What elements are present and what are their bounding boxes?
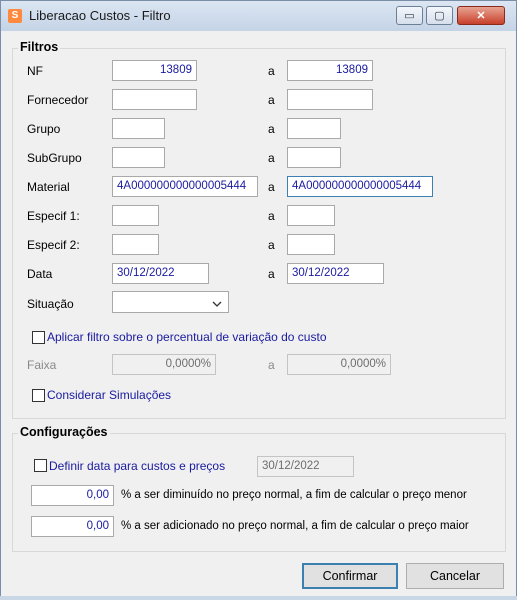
aplicar-filtro-label[interactable]: Aplicar filtro sobre o percentual de var… <box>47 330 327 344</box>
data-from-input[interactable]: 30/12/2022 <box>112 263 209 284</box>
data-to-input[interactable]: 30/12/2022 <box>287 263 384 284</box>
material-from-input[interactable]: 4A000000000000005444 <box>112 176 258 197</box>
subgrupo-to-input[interactable] <box>287 147 341 168</box>
close-button[interactable]: ✕ <box>457 6 505 25</box>
configuracoes-legend: Configurações <box>18 425 110 439</box>
close-icon: ✕ <box>476 10 486 22</box>
cancelar-label: Cancelar <box>429 569 481 583</box>
percentual-adicionado-label: % a ser adicionado no preço normal, a fi… <box>121 520 469 532</box>
nf-label: NF <box>27 64 43 78</box>
window-title: Liberacao Custos - Filtro <box>29 8 171 23</box>
faixa-label: Faixa <box>27 358 57 372</box>
faixa-a-label: a <box>268 358 275 372</box>
material-to-input[interactable]: 4A000000000000005444 <box>287 176 433 197</box>
window-bottom-edge <box>0 596 517 600</box>
especif1-a-label: a <box>268 209 275 223</box>
especif1-label: Especif 1: <box>27 209 80 223</box>
definir-data-checkbox[interactable] <box>34 459 47 472</box>
especif2-a-label: a <box>268 238 275 252</box>
percentual-adicionado-input[interactable]: 0,00 <box>31 516 114 537</box>
situacao-label: Situação <box>27 297 74 311</box>
subgrupo-a-label: a <box>268 151 275 165</box>
nf-a-label: a <box>268 64 275 78</box>
considerar-simulacoes-checkbox[interactable] <box>32 389 45 402</box>
percentual-diminuido-input[interactable]: 0,00 <box>31 485 114 506</box>
data-a-label: a <box>268 267 275 281</box>
data-label: Data <box>27 267 53 281</box>
especif2-label: Especif 2: <box>27 238 80 252</box>
dialog-window: S Liberacao Custos - Filtro ▭ ▢ ✕ Filtro… <box>0 0 517 600</box>
especif2-to-input[interactable] <box>287 234 335 255</box>
subgrupo-label: SubGrupo <box>27 151 82 165</box>
title-bar[interactable]: S Liberacao Custos - Filtro ▭ ▢ ✕ <box>1 1 516 31</box>
faixa-to-input[interactable]: 0,0000% <box>287 354 391 375</box>
nf-to-input[interactable]: 13809 <box>287 60 373 81</box>
grupo-a-label: a <box>268 122 275 136</box>
app-icon: S <box>8 9 22 23</box>
percentual-diminuido-label: % a ser diminuído no preço normal, a fim… <box>121 489 467 501</box>
considerar-simulacoes-label[interactable]: Considerar Simulações <box>47 388 171 402</box>
subgrupo-from-input[interactable] <box>112 147 165 168</box>
situacao-select[interactable] <box>112 291 229 313</box>
cancelar-button[interactable]: Cancelar <box>406 563 504 589</box>
confirmar-button[interactable]: Confirmar <box>302 563 398 589</box>
fornecedor-from-input[interactable] <box>112 89 197 110</box>
grupo-from-input[interactable] <box>112 118 165 139</box>
material-from-value: 4A000000000000005444 <box>117 180 247 192</box>
material-a-label: a <box>268 180 275 194</box>
chevron-down-icon <box>212 297 222 311</box>
definir-data-input[interactable]: 30/12/2022 <box>257 456 354 477</box>
especif1-to-input[interactable] <box>287 205 335 226</box>
minimize-button[interactable]: ▭ <box>396 6 423 25</box>
filtros-legend: Filtros <box>18 40 61 54</box>
especif2-from-input[interactable] <box>112 234 159 255</box>
faixa-from-input[interactable]: 0,0000% <box>112 354 216 375</box>
fornecedor-label: Fornecedor <box>27 93 89 107</box>
grupo-label: Grupo <box>27 122 61 136</box>
minimize-icon: ▭ <box>404 10 415 22</box>
definir-data-label[interactable]: Definir data para custos e preços <box>49 459 225 473</box>
maximize-button[interactable]: ▢ <box>426 6 453 25</box>
material-to-value: 4A000000000000005444 <box>292 180 422 192</box>
nf-from-input[interactable]: 13809 <box>112 60 197 81</box>
confirmar-label: Confirmar <box>322 569 378 583</box>
fornecedor-a-label: a <box>268 93 275 107</box>
aplicar-filtro-checkbox[interactable] <box>32 331 45 344</box>
maximize-icon: ▢ <box>434 10 445 22</box>
fornecedor-to-input[interactable] <box>287 89 373 110</box>
material-label: Material <box>27 180 70 194</box>
grupo-to-input[interactable] <box>287 118 341 139</box>
especif1-from-input[interactable] <box>112 205 159 226</box>
dialog-client: Filtros NF 13809 a 13809 Fornecedor a Gr… <box>6 31 511 595</box>
